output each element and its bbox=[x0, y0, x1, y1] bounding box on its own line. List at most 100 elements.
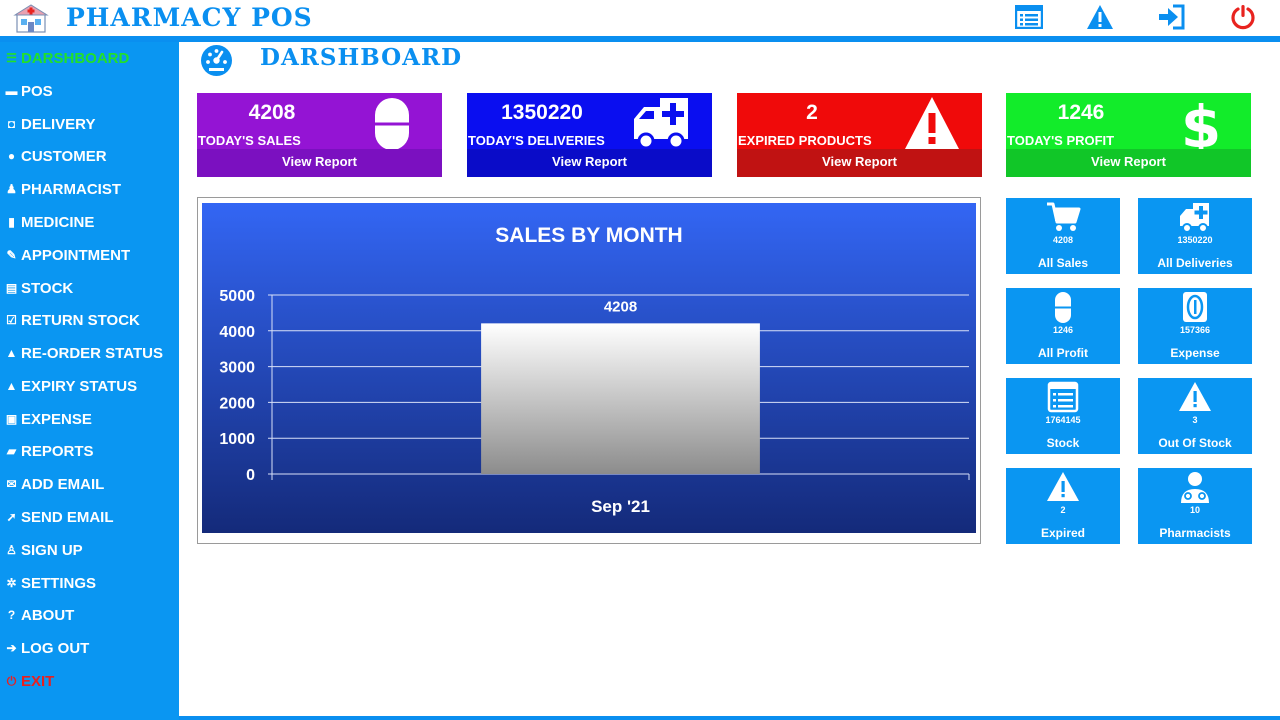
y-tick-label: 0 bbox=[246, 467, 255, 484]
card-todays-deliveries[interactable]: 1350220 TODAY'S DELIVERIES View Report bbox=[467, 93, 712, 177]
sidebar-item-appointment[interactable]: ✎ APPOINTMENT bbox=[4, 240, 130, 270]
list-icon bbox=[1047, 381, 1079, 413]
power-icon[interactable] bbox=[1227, 2, 1259, 32]
sidebar-item-stock[interactable]: ▤ STOCK bbox=[4, 273, 73, 303]
tile-value: 10 bbox=[1189, 505, 1200, 515]
sidebar-item-pos[interactable]: ▬ POS bbox=[4, 76, 53, 106]
paper-plane-icon: ➚ bbox=[6, 510, 17, 524]
y-tick-label: 1000 bbox=[219, 431, 255, 448]
tile-value: 1350220 bbox=[1177, 235, 1213, 245]
sidebar-item-pharmacist[interactable]: ♟ PHARMACIST bbox=[4, 174, 121, 204]
tile-label: All Sales bbox=[1037, 256, 1089, 270]
card-label: TODAY'S SALES bbox=[198, 133, 301, 148]
tile-all-deliveries[interactable]: 1350220 All Deliveries bbox=[1138, 198, 1252, 274]
dashboard-icon bbox=[201, 45, 232, 76]
sidebar-item-reports[interactable]: ▰ REPORTS bbox=[4, 436, 94, 466]
tile-out-of-stock[interactable]: 3 Out Of Stock bbox=[1138, 378, 1252, 454]
y-tick-label: 2000 bbox=[219, 395, 255, 412]
sidebar-item-settings[interactable]: ✲ SETTINGS bbox=[4, 568, 96, 598]
sales-chart-frame: SALES BY MONTH 0 1000 2000 3000 4000 5000 4208… bbox=[197, 197, 981, 544]
warning-icon bbox=[1179, 382, 1211, 411]
tile-label: All Deliveries bbox=[1157, 256, 1233, 270]
sidebar-item-expense[interactable]: ▣ EXPENSE bbox=[4, 404, 92, 434]
tile-expired[interactable]: 2 Expired bbox=[1006, 468, 1120, 544]
sidebar-item-delivery[interactable]: ◘ DELIVERY bbox=[4, 109, 96, 139]
tile-label: All Profit bbox=[1038, 346, 1088, 360]
y-tick-label: 5000 bbox=[219, 288, 255, 305]
tile-value: 2 bbox=[1060, 505, 1066, 515]
book-icon: ▰ bbox=[6, 444, 17, 458]
tile-value: 4208 bbox=[1052, 235, 1074, 245]
app-title: PHARMACY POS bbox=[66, 3, 313, 32]
tile-value: 1764145 bbox=[1045, 415, 1081, 425]
ambulance-icon bbox=[1180, 203, 1209, 233]
card-label: EXPIRED PRODUCTS bbox=[738, 133, 872, 148]
tile-label: Expired bbox=[1040, 526, 1085, 540]
sidebar-item-dashboard[interactable]: ☰ DARSHBOARD bbox=[4, 43, 129, 73]
tile-stock[interactable]: 1764145 Stock bbox=[1006, 378, 1120, 454]
money-icon: ▣ bbox=[5, 412, 18, 426]
data-label: 4208 bbox=[604, 298, 637, 315]
card-label: TODAY'S DELIVERIES bbox=[468, 133, 605, 148]
list-icon[interactable] bbox=[1013, 2, 1045, 32]
card-value: 2 bbox=[806, 101, 818, 124]
warning-icon[interactable] bbox=[1084, 2, 1116, 32]
sidebar-item-about[interactable]: ? ABOUT bbox=[4, 600, 75, 630]
bar bbox=[481, 323, 760, 474]
sidebar-item-expiry-status[interactable]: ▲ EXPIRY STATUS bbox=[4, 371, 138, 401]
money-icon bbox=[1183, 292, 1207, 322]
users-icon: ● bbox=[7, 149, 16, 163]
tile-all-profit[interactable]: 1246 All Profit bbox=[1006, 288, 1120, 364]
warning-icon: ▲ bbox=[5, 379, 18, 393]
view-report-link[interactable]: View Report bbox=[737, 149, 982, 177]
svg-text:$: $ bbox=[1181, 95, 1221, 151]
card-value: 1350220 bbox=[501, 101, 583, 124]
pill-icon bbox=[1055, 292, 1071, 323]
sidebar-item-return-stock[interactable]: ☑ RETURN STOCK bbox=[4, 305, 140, 335]
x-tick-label: Sep '21 bbox=[591, 497, 650, 516]
user-md-icon bbox=[1181, 472, 1209, 503]
card-todays-profit[interactable]: 1246 TODAY'S PROFIT $ View Report bbox=[1006, 93, 1251, 177]
sidebar-item-sign-up[interactable]: ♙ SIGN UP bbox=[4, 535, 83, 565]
sidebar-item-customer[interactable]: ● CUSTOMER bbox=[4, 141, 107, 171]
user-md-icon: ♟ bbox=[6, 182, 17, 196]
view-report-link[interactable]: View Report bbox=[1006, 149, 1251, 177]
sidebar-item-reorder-status[interactable]: ▲ RE-ORDER STATUS bbox=[4, 338, 163, 368]
card-todays-sales[interactable]: 4208 TODAY'S SALES View Report bbox=[197, 93, 442, 177]
warning-icon bbox=[1047, 472, 1079, 501]
sidebar-item-exit[interactable]: ⏻ EXIT bbox=[4, 666, 55, 696]
truck-icon: ◘ bbox=[7, 117, 16, 131]
tile-label: Pharmacists bbox=[1159, 526, 1231, 540]
view-report-link[interactable]: View Report bbox=[197, 149, 442, 177]
power-icon: ⏻ bbox=[6, 673, 17, 688]
sign-in-icon[interactable] bbox=[1155, 2, 1187, 32]
pill-icon bbox=[375, 98, 409, 150]
sidebar-item-add-email[interactable]: ✉ ADD EMAIL bbox=[4, 469, 104, 499]
tile-all-sales[interactable]: 4208 All Sales bbox=[1006, 198, 1120, 274]
warning-icon bbox=[905, 97, 959, 149]
dashboard-icon: ☰ bbox=[6, 51, 17, 65]
sidebar-item-medicine[interactable]: ▮ MEDICINE bbox=[4, 207, 94, 237]
top-bar: PHARMACY POS bbox=[0, 0, 1280, 36]
card-label: TODAY'S PROFIT bbox=[1007, 133, 1115, 148]
card-expired-products[interactable]: 2 EXPIRED PRODUCTS View Report bbox=[737, 93, 982, 177]
cart-icon bbox=[1047, 202, 1081, 231]
tile-pharmacists[interactable]: 10 Pharmacists bbox=[1138, 468, 1252, 544]
pharmacy-logo-icon bbox=[13, 4, 49, 33]
sidebar-item-send-email[interactable]: ➚ SEND EMAIL bbox=[4, 502, 113, 532]
sales-by-month-chart: SALES BY MONTH 0 1000 2000 3000 4000 5000 4208… bbox=[202, 203, 976, 533]
sign-in-icon: ➔ bbox=[6, 641, 17, 655]
tile-expense[interactable]: 157366 Expense bbox=[1138, 288, 1252, 364]
y-tick-label: 4000 bbox=[219, 324, 255, 341]
pencil-icon: ✎ bbox=[6, 248, 17, 262]
tile-value: 3 bbox=[1192, 415, 1198, 425]
y-tick-label: 3000 bbox=[219, 360, 255, 377]
tile-label: Out Of Stock bbox=[1158, 436, 1232, 450]
card-value: 4208 bbox=[248, 101, 296, 124]
edit-icon: ☑ bbox=[6, 313, 17, 327]
sidebar: ☰ DARSHBOARD ▬ POS ◘ DELIVERY ● CUSTOMER ♟ PH… bbox=[0, 42, 179, 720]
list-icon: ▤ bbox=[5, 281, 18, 295]
view-report-link[interactable]: View Report bbox=[467, 149, 712, 177]
tile-value: 1246 bbox=[1052, 325, 1074, 335]
sidebar-item-log-out[interactable]: ➔ LOG OUT bbox=[4, 633, 89, 663]
